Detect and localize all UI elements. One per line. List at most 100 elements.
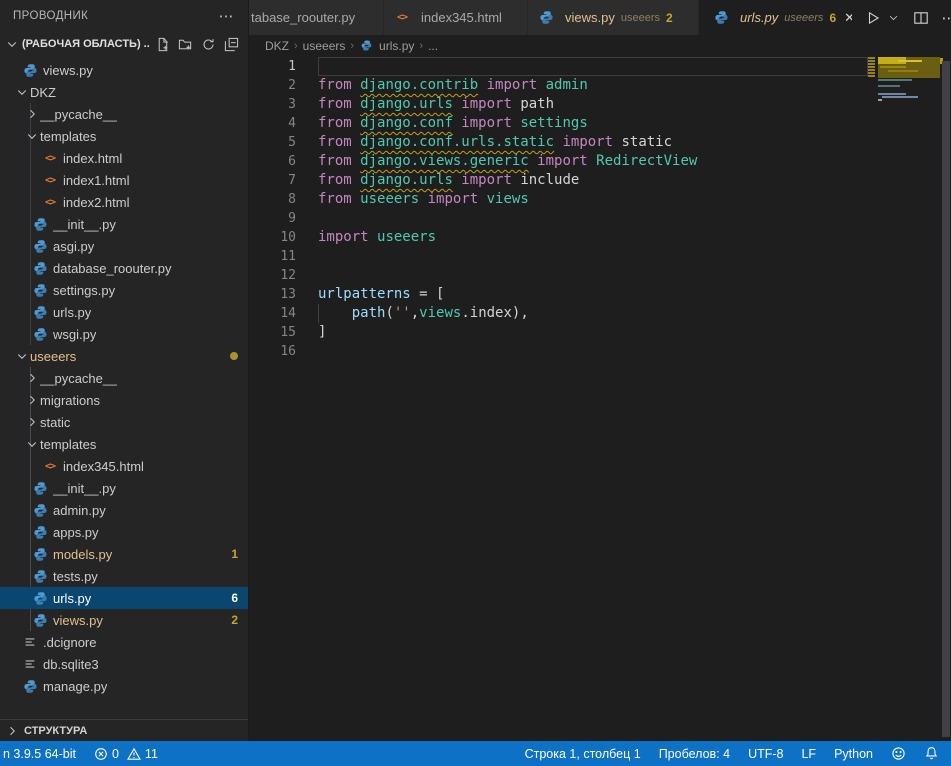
collapse-all-icon[interactable]	[221, 34, 242, 55]
problem-count-badge: 2	[231, 613, 238, 627]
tree-file-tests.py[interactable]: tests.py	[0, 565, 248, 587]
token-pl: static	[621, 134, 672, 150]
explorer-more-actions-icon[interactable]: ⋯	[219, 7, 234, 25]
notifications-bell-icon[interactable]	[924, 746, 939, 761]
chevron-right-icon	[24, 372, 40, 384]
tree-item-label: templates	[40, 437, 96, 452]
tree-file-views.py[interactable]: views.py	[0, 59, 248, 81]
token-mod: settings	[520, 115, 587, 131]
tree-folder-__pycache__[interactable]: __pycache__	[0, 367, 248, 389]
scrollbar[interactable]	[940, 56, 951, 741]
tree-file-settings.py[interactable]: settings.py	[0, 279, 248, 301]
encoding-status[interactable]: UTF-8	[748, 747, 783, 761]
code-line-10[interactable]: 10import useeers	[249, 228, 868, 247]
code-line-7[interactable]: 7from django.urls import include	[249, 171, 868, 190]
code-line-8[interactable]: 8from useeers import views	[249, 190, 868, 209]
line-content: from django.urls import path	[318, 95, 868, 114]
split-editor-icon[interactable]	[910, 7, 932, 29]
tree-folder-templates[interactable]: templates	[0, 125, 248, 147]
eol-status[interactable]: LF	[801, 747, 816, 761]
minimap-line	[878, 99, 882, 101]
feedback-icon[interactable]	[891, 746, 906, 761]
code-line-9[interactable]: 9	[249, 209, 868, 228]
tree-folder-templates[interactable]: templates	[0, 433, 248, 455]
code-line-4[interactable]: 4from django.conf import settings	[249, 114, 868, 133]
tree-file-urls.py[interactable]: urls.py6	[0, 587, 248, 609]
code-line-3[interactable]: 3from django.urls import path	[249, 95, 868, 114]
breadcrumb-item[interactable]: ...	[428, 39, 438, 53]
breadcrumb-item[interactable]: useeers	[303, 39, 346, 53]
language-mode-status[interactable]: Python	[834, 747, 873, 761]
editor-actions: ⋯	[852, 0, 951, 35]
tab-tabase_roouter.py[interactable]: tabase_roouter.py	[249, 0, 384, 35]
tab-urls.py[interactable]: urls.pyuseeers6✕	[703, 0, 852, 35]
tree-file-admin.py[interactable]: admin.py	[0, 499, 248, 521]
code-editor[interactable]: 12from django.contrib import admin3from …	[249, 56, 951, 741]
tree-file-apps.py[interactable]: apps.py	[0, 521, 248, 543]
indentation-status[interactable]: Пробелов: 4	[659, 747, 730, 761]
tree-item-label: migrations	[40, 393, 100, 408]
tab-index345.html[interactable]: <>index345.html	[384, 0, 528, 35]
tree-file-urls.py[interactable]: urls.py	[0, 301, 248, 323]
outline-section-header[interactable]: СТРУКТУРА	[0, 719, 248, 741]
token-mod: RedirectView	[596, 153, 697, 169]
tree-folder-DKZ[interactable]: DKZ	[0, 81, 248, 103]
code-line-12[interactable]: 12	[249, 266, 868, 285]
run-dropdown-chevron-icon[interactable]	[882, 7, 904, 29]
new-file-icon[interactable]	[152, 34, 173, 55]
python-interpreter-status[interactable]: n 3.9.5 64-bit	[3, 747, 76, 761]
tree-file-asgi.py[interactable]: asgi.py	[0, 235, 248, 257]
line-number: 15	[249, 323, 318, 342]
code-line-6[interactable]: 6from django.views.generic import Redire…	[249, 152, 868, 171]
breadcrumb-item[interactable]: DKZ	[265, 39, 289, 53]
minimap[interactable]	[868, 56, 940, 741]
code-line-11[interactable]: 11	[249, 247, 868, 266]
tree-file-__init__.py[interactable]: __init__.py	[0, 213, 248, 235]
refresh-icon[interactable]	[198, 34, 219, 55]
code-line-1[interactable]: 1	[249, 57, 868, 76]
code-line-5[interactable]: 5from django.conf.urls.static import sta…	[249, 133, 868, 152]
chevron-right-icon	[24, 416, 40, 428]
python-file-icon	[32, 282, 48, 298]
tree-folder-static[interactable]: static	[0, 411, 248, 433]
workspace-section-header[interactable]: (РАБОЧАЯ ОБЛАСТЬ) ...	[0, 32, 248, 56]
python-file-icon	[713, 10, 729, 26]
code-line-16[interactable]: 16	[249, 342, 868, 361]
tree-file-db.sqlite3[interactable]: db.sqlite3	[0, 653, 248, 675]
tree-file-views.py[interactable]: views.py2	[0, 609, 248, 631]
error-count: 0	[112, 747, 119, 761]
line-number: 11	[249, 247, 318, 266]
code-line-13[interactable]: 13urlpatterns = [	[249, 285, 868, 304]
tree-file-__init__.py[interactable]: __init__.py	[0, 477, 248, 499]
code-line-14[interactable]: 14 path('',views.index),	[249, 304, 868, 323]
line-content	[318, 209, 868, 228]
minimap-line	[880, 66, 906, 68]
tree-file-index2.html[interactable]: <>index2.html	[0, 191, 248, 213]
tree-file-index.html[interactable]: <>index.html	[0, 147, 248, 169]
tree-file-.dcignore[interactable]: .dcignore	[0, 631, 248, 653]
tree-file-database_roouter.py[interactable]: database_roouter.py	[0, 257, 248, 279]
code-line-2[interactable]: 2from django.contrib import admin	[249, 76, 868, 95]
chevron-down-icon	[24, 130, 40, 142]
tree-file-wsgi.py[interactable]: wsgi.py	[0, 323, 248, 345]
close-icon[interactable]: ✕	[844, 10, 852, 26]
breadcrumb-item[interactable]: urls.py	[379, 39, 414, 53]
more-actions-icon[interactable]: ⋯	[938, 7, 951, 29]
tree-file-models.py[interactable]: models.py1	[0, 543, 248, 565]
tree-item-label: __init__.py	[53, 217, 116, 232]
chevron-right-icon	[24, 108, 40, 120]
scrollbar-slider[interactable]	[942, 61, 950, 737]
problems-status[interactable]: 0 11	[94, 747, 158, 761]
tab-views.py[interactable]: views.pyuseeers2	[528, 0, 699, 35]
tree-file-index1.html[interactable]: <>index1.html	[0, 169, 248, 191]
tree-file-manage.py[interactable]: manage.py	[0, 675, 248, 697]
tree-file-index345.html[interactable]: <>index345.html	[0, 455, 248, 477]
tree-item-label: __pycache__	[40, 107, 117, 122]
code-line-15[interactable]: 15]	[249, 323, 868, 342]
tree-folder-__pycache__[interactable]: __pycache__	[0, 103, 248, 125]
new-folder-icon[interactable]	[175, 34, 196, 55]
tree-folder-useeers[interactable]: useeers	[0, 345, 248, 367]
run-python-file-icon[interactable]	[862, 7, 884, 29]
tree-folder-migrations[interactable]: migrations	[0, 389, 248, 411]
cursor-position-status[interactable]: Строка 1, столбец 1	[525, 747, 641, 761]
